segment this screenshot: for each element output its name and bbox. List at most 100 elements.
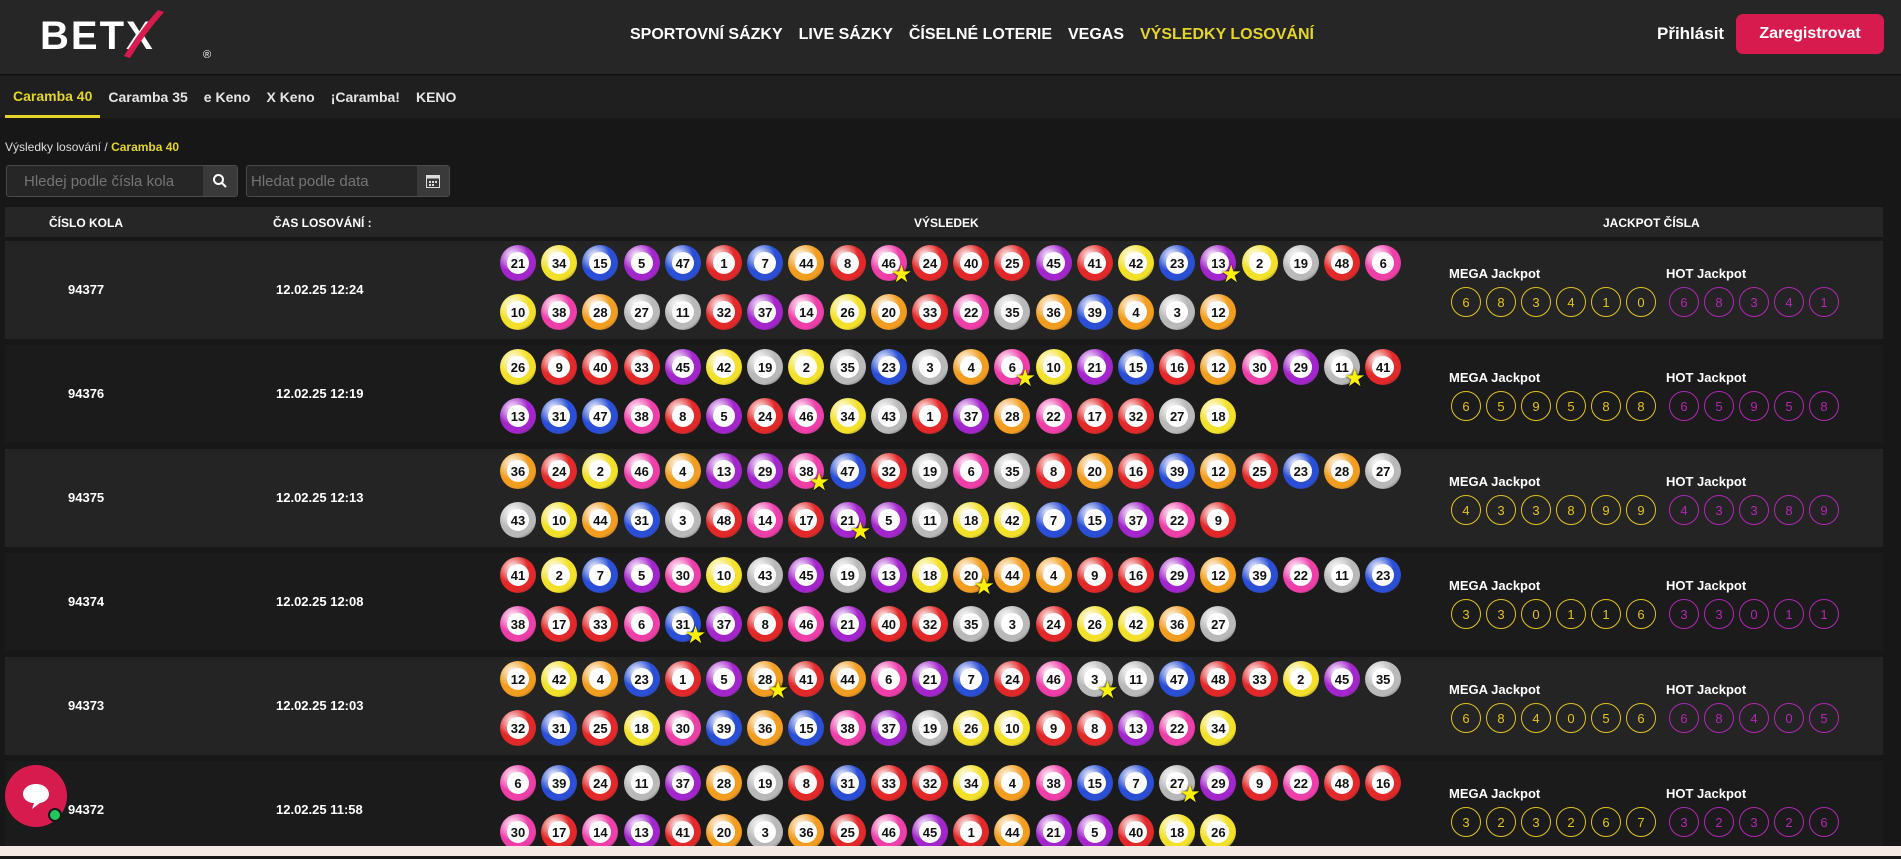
ball: 26: [953, 710, 990, 746]
nav-number-lotteries[interactable]: ČÍSELNÉ LOTERIE: [909, 26, 1052, 44]
hot-digit: 1: [1774, 599, 1804, 629]
ball-number: 47: [589, 405, 612, 427]
ball-number: 41: [1372, 356, 1395, 378]
ball-number: 31: [836, 772, 859, 794]
ball: 44: [788, 245, 825, 281]
mega-digit: 8: [1556, 495, 1586, 525]
login-link[interactable]: Přihlásit: [1657, 24, 1724, 44]
ball: 19: [1282, 245, 1319, 281]
ball-number: 19: [754, 356, 777, 378]
ball-number: 48: [1331, 252, 1353, 274]
ball-number: 31: [548, 405, 571, 427]
ball-number: 25: [1001, 252, 1024, 274]
ball: 35: [1365, 661, 1402, 697]
ball-number: 36: [1166, 613, 1189, 635]
round-search: [6, 165, 238, 197]
hot-digit: 5: [1704, 391, 1734, 421]
ball: 34: [953, 765, 990, 801]
date-picker-button[interactable]: [417, 166, 449, 196]
round-search-input[interactable]: [7, 166, 202, 196]
ball-number: 38: [548, 301, 571, 323]
register-button[interactable]: Zaregistrovat: [1736, 14, 1884, 54]
ball-number: 25: [836, 821, 859, 843]
ball-number: 37: [713, 613, 735, 635]
ball-number: 43: [507, 509, 529, 531]
ball: 20: [870, 294, 907, 330]
ball: 40: [1118, 814, 1154, 850]
ball: 26: [1076, 606, 1113, 642]
ball-number: 26: [1083, 613, 1106, 635]
ball: 31: [541, 398, 578, 434]
ball: 13: [706, 453, 742, 489]
mega-digit: 1: [1556, 599, 1586, 629]
tab-caramba-40[interactable]: Caramba 40: [5, 76, 101, 118]
round-number: 94372: [68, 802, 105, 817]
nav-vegas[interactable]: VEGAS: [1068, 26, 1124, 44]
hot-jackpot-digits: 65958: [1669, 391, 1839, 421]
table-row: 94373 12.02.25 12:03 12 42 4 23 1 5 28 ★ 41 44 6 21…: [5, 657, 1883, 755]
mega-digit: 7: [1626, 807, 1656, 837]
bonus-star-icon: ★: [684, 622, 707, 649]
tab-caramba-35[interactable]: Caramba 35: [100, 76, 195, 118]
ball-number: 27: [1166, 405, 1189, 427]
ball: 11: [623, 765, 660, 801]
tab-x-keno[interactable]: X Keno: [258, 76, 322, 118]
ball-number: 36: [795, 821, 818, 843]
ball-number: 8: [1042, 460, 1065, 482]
ball-number: 13: [507, 405, 529, 427]
ball: 42: [541, 661, 578, 697]
ball-number: 8: [671, 405, 694, 427]
tab-caramba[interactable]: ¡Caramba!: [323, 76, 408, 118]
ball-number: 34: [548, 252, 571, 274]
ball: 33: [1241, 661, 1278, 697]
ball-number: 38: [836, 717, 859, 739]
ball-number: 15: [1125, 356, 1147, 378]
ball: 45: [788, 557, 825, 593]
ball-number: 28: [713, 772, 735, 794]
ball-number: 1: [671, 668, 694, 690]
nav-draw-results[interactable]: VÝSLEDKY LOSOVÁNÍ: [1140, 26, 1314, 44]
hot-jackpot-label: HOT Jackpot: [1666, 682, 1747, 697]
ball-number: 9: [1042, 717, 1065, 739]
ball: 29: [1282, 349, 1319, 385]
ball: 37: [870, 710, 907, 746]
ball-number: 19: [836, 564, 859, 586]
ball-number: 20: [713, 821, 735, 843]
ball-number: 18: [1166, 821, 1189, 843]
hot-digit: 3: [1704, 599, 1734, 629]
bonus-star-icon: ★: [1179, 781, 1201, 808]
tab-e-keno[interactable]: e Keno: [196, 76, 259, 118]
ball-number: 4: [1125, 301, 1147, 323]
nav-live-bets[interactable]: LIVE SÁZKY: [799, 26, 893, 44]
ball-number: 30: [671, 564, 694, 586]
ball-number: 21: [1083, 356, 1106, 378]
ball: 15: [1076, 502, 1113, 538]
ball: 14: [747, 502, 784, 538]
ball: 6: [500, 765, 536, 801]
ball: 33: [912, 294, 948, 330]
ball-number: 19: [919, 460, 941, 482]
ball-number: 40: [877, 613, 900, 635]
mega-digit: 3: [1451, 599, 1481, 629]
col-result: VÝSLEDEK: [914, 216, 979, 230]
ball: 21: [1076, 349, 1113, 385]
tab-keno[interactable]: KENO: [408, 76, 464, 118]
ball-number: 42: [1001, 509, 1024, 531]
ball-number: 34: [836, 405, 859, 427]
ball: 44: [829, 661, 866, 697]
round-search-button[interactable]: [203, 166, 237, 196]
nav-sport-bets[interactable]: SPORTOVNÍ SÁZKY: [630, 26, 783, 44]
ball-number: 22: [1289, 772, 1312, 794]
ball-number: 26: [836, 301, 859, 323]
ball-number: 32: [877, 460, 900, 482]
ball-number: 44: [1001, 564, 1024, 586]
ball-number: 6: [507, 772, 529, 794]
ball: 38: [623, 398, 660, 434]
ball-number: 4: [1042, 564, 1065, 586]
ball: 9: [541, 349, 578, 385]
breadcrumb-root[interactable]: Výsledky losování: [5, 140, 101, 154]
betx-logo[interactable]: BETX ®: [40, 10, 211, 61]
date-search-input[interactable]: [247, 166, 417, 196]
ball-number: 21: [919, 668, 941, 690]
ball-number: 45: [671, 356, 694, 378]
